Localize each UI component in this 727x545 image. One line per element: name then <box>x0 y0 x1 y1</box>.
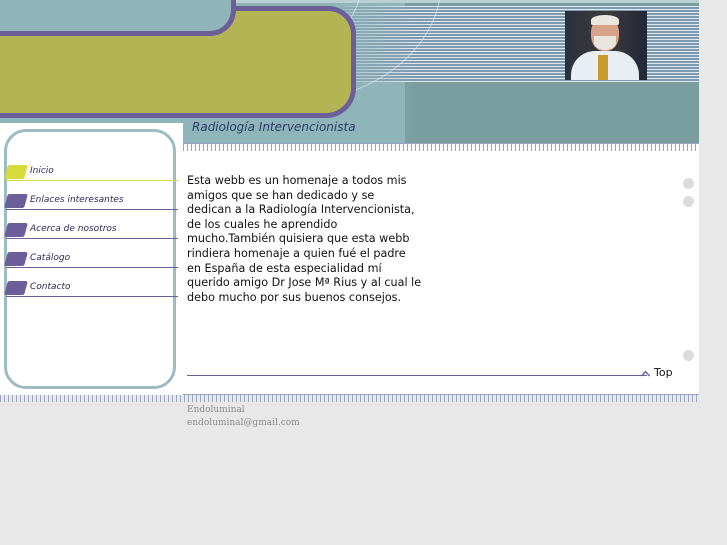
intro-line: debo mucho por sus buenos consejos. <box>187 290 402 304</box>
intro-line: dedican a la Radiología Intervencionista… <box>187 203 415 217</box>
decor-dot <box>683 178 694 189</box>
intro-line: amigos que se han dedicado y se <box>187 188 375 202</box>
banner-notch <box>0 0 236 36</box>
intro-line: querido amigo Dr Jose Mª Rius y al cual … <box>187 276 422 290</box>
chevron-up-icon <box>641 370 650 377</box>
intro-line: mucho.También quisiera que esta webb <box>187 232 410 246</box>
footer-name: Endoluminal <box>187 405 245 415</box>
nav-tab-icon <box>4 194 28 208</box>
footer: Endoluminal endoluminal@gmail.com <box>187 404 300 430</box>
nav-tab-icon <box>4 252 28 266</box>
decor-dot <box>683 196 694 207</box>
nav-item-inicio[interactable]: Inicio <box>0 163 178 183</box>
nav-tab-icon <box>4 281 28 295</box>
content-bottom-rule <box>187 375 647 376</box>
top-link-label: Top <box>654 366 673 379</box>
intro-line: Esta webb es un homenaje a todos mis <box>187 174 407 187</box>
intro-line: de los cuales he aprendido <box>187 217 338 231</box>
page: Radiología Intervencionista Inicio Enlac… <box>0 0 699 545</box>
decor-dot <box>683 350 694 361</box>
header: Radiología Intervencionista <box>0 0 699 143</box>
intro-line: rindiera homenaje a quien fué el padre <box>187 246 406 260</box>
divider-ruler-top <box>183 143 699 151</box>
nav-item-catalogo[interactable]: Catálogo <box>0 250 178 270</box>
header-photo <box>565 11 647 80</box>
nav-tab-icon <box>4 223 28 237</box>
nav-item-label: Enlaces interesantes <box>30 195 124 205</box>
site-subtitle: Radiología Intervencionista <box>192 120 356 134</box>
nav-item-label: Inicio <box>30 166 54 176</box>
intro-text: Esta webb es un homenaje a todos mis ami… <box>187 174 427 305</box>
nav-item-label: Contacto <box>30 282 71 292</box>
divider-ruler-bottom <box>0 394 699 402</box>
intro-line: en España de esta especialidad mí <box>187 261 382 275</box>
nav-item-enlaces[interactable]: Enlaces interesantes <box>0 192 178 212</box>
nav-tab-icon <box>4 165 28 179</box>
nav-item-contacto[interactable]: Contacto <box>0 279 178 299</box>
nav-item-acerca[interactable]: Acerca de nosotros <box>0 221 178 241</box>
nav-item-label: Catálogo <box>30 253 71 263</box>
nav-item-label: Acerca de nosotros <box>30 224 117 234</box>
footer-email[interactable]: endoluminal@gmail.com <box>187 417 300 430</box>
